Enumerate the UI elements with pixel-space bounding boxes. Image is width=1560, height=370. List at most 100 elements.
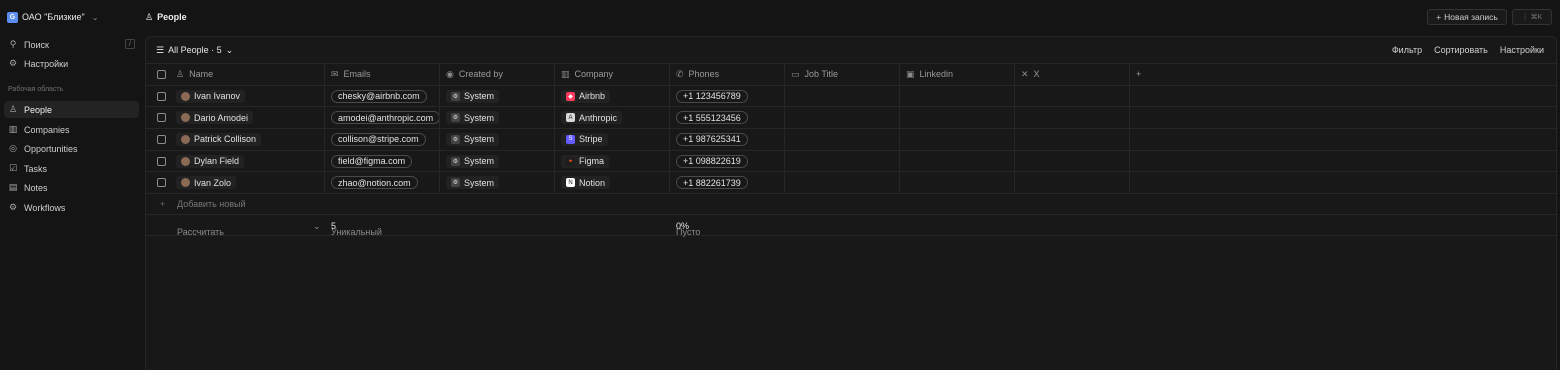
person-chip[interactable]: Ivan Ivanov — [176, 89, 246, 103]
linkedin-cell[interactable] — [900, 150, 1015, 172]
job-title-cell[interactable] — [785, 172, 900, 194]
company-chip[interactable]: ◆ Airbnb — [561, 89, 611, 103]
phone-pill[interactable]: +1 987625341 — [676, 132, 748, 146]
options-button[interactable]: Настройки — [1500, 45, 1544, 55]
linkedin-cell[interactable] — [900, 85, 1015, 107]
column-header-phones[interactable]: ✆ Phones — [670, 64, 785, 85]
linkedin-cell[interactable] — [900, 107, 1015, 129]
email-pill[interactable]: zhao@notion.com — [331, 176, 418, 190]
sidebar-item-opportunities[interactable]: ◎ Opportunities — [4, 140, 139, 157]
email-pill[interactable]: chesky@airbnb.com — [331, 89, 427, 103]
table-row[interactable]: Patrick Collison collison@stripe.com ⚙ Sy… — [146, 128, 1558, 150]
email-pill[interactable]: collison@stripe.com — [331, 132, 426, 146]
job-title-cell[interactable] — [785, 85, 900, 107]
phone-pill[interactable]: +1 123456789 — [676, 89, 748, 103]
person-chip[interactable]: Dylan Field — [176, 154, 245, 168]
filter-button[interactable]: Фильтр — [1392, 45, 1422, 55]
job-title-cell[interactable] — [785, 107, 900, 129]
x-cell[interactable] — [1015, 107, 1130, 129]
name-cell[interactable]: Dario Amodei — [170, 107, 325, 129]
row-checkbox[interactable] — [157, 91, 166, 101]
add-new-label: Добавить новый — [177, 199, 246, 210]
company-name: Anthropic — [579, 112, 618, 123]
empty-aggregate[interactable]: Пусто 0% — [676, 221, 700, 237]
x-cell[interactable] — [1015, 150, 1130, 172]
x-cell[interactable] — [1015, 129, 1130, 150]
column-label: Created by — [458, 69, 503, 80]
table-row[interactable]: Dylan Field field@figma.com ⚙ System ✦ Fig… — [146, 149, 1558, 172]
sidebar-item-companies[interactable]: ▥ Companies — [4, 121, 139, 138]
workspace-switcher[interactable]: G ОАО "Близкие" ⌄ — [7, 10, 98, 24]
add-new-row-button[interactable]: + Добавить новый — [146, 193, 1558, 214]
sidebar-item-notes[interactable]: ▤ Notes — [4, 179, 139, 196]
name-cell[interactable]: Dylan Field — [170, 150, 325, 172]
table-row[interactable]: Ivan Zolo zhao@notion.com ⚙ System N Notio… — [146, 171, 1558, 194]
phone-cell[interactable]: +1 098822619 — [670, 150, 785, 172]
sidebar-item-workflows[interactable]: ⚙ Workflows — [4, 199, 139, 216]
system-icon: ⚙ — [451, 134, 460, 144]
phone-pill[interactable]: +1 098822619 — [676, 154, 748, 168]
row-checkbox[interactable] — [157, 156, 166, 166]
column-header-linkedin[interactable]: ▣ Linkedin — [900, 64, 1015, 85]
linkedin-cell[interactable] — [900, 172, 1015, 194]
phone-pill[interactable]: +1 882261739 — [676, 176, 748, 190]
company-chip[interactable]: S Stripe — [561, 132, 608, 146]
row-checkbox[interactable] — [157, 113, 166, 123]
name-cell[interactable]: Ivan Ivanov — [170, 85, 325, 107]
phone-cell[interactable]: +1 555123456 — [670, 107, 785, 129]
person-chip[interactable]: Ivan Zolo — [176, 176, 237, 190]
add-column-button[interactable]: + — [1130, 64, 1150, 85]
row-checkbox[interactable] — [157, 178, 166, 188]
person-chip[interactable]: Dario Amodei — [176, 111, 254, 125]
company-chip[interactable]: ✦ Figma — [561, 154, 610, 168]
email-cell[interactable]: collison@stripe.com — [325, 129, 440, 150]
name-cell[interactable]: Ivan Zolo — [170, 172, 325, 194]
created-by-cell: ⚙ System — [440, 150, 555, 172]
company-cell[interactable]: A Anthropic — [555, 107, 670, 129]
company-cell[interactable]: N Notion — [555, 172, 670, 194]
sort-button[interactable]: Сортировать — [1434, 45, 1488, 55]
column-header-company[interactable]: ▥ Company — [555, 64, 670, 85]
column-header-name[interactable]: ♙ Name — [170, 64, 325, 85]
email-cell[interactable]: zhao@notion.com — [325, 172, 440, 194]
email-pill[interactable]: field@figma.com — [331, 154, 413, 168]
linkedin-cell[interactable] — [900, 129, 1015, 150]
phone-cell[interactable]: +1 882261739 — [670, 172, 785, 194]
name-cell[interactable]: Patrick Collison — [170, 129, 325, 150]
person-chip[interactable]: Patrick Collison — [176, 132, 262, 146]
x-cell[interactable] — [1015, 85, 1130, 107]
select-all-checkbox[interactable] — [157, 69, 166, 79]
command-menu-button[interactable]: ⋮ ⌘K — [1512, 9, 1552, 25]
sidebar-settings[interactable]: ⚙ Настройки — [4, 55, 139, 72]
email-cell[interactable]: chesky@airbnb.com — [325, 85, 440, 107]
company-cell[interactable]: S Stripe — [555, 129, 670, 150]
row-checkbox[interactable] — [157, 134, 166, 144]
phone-cell[interactable]: +1 123456789 — [670, 85, 785, 107]
company-chip[interactable]: N Notion — [561, 176, 611, 190]
column-header-x[interactable]: ✕ X — [1015, 64, 1130, 85]
table-row[interactable]: Ivan Ivanov chesky@airbnb.com ⚙ System ◆ A… — [146, 84, 1558, 107]
column-header-created-by[interactable]: ◉ Created by — [440, 64, 555, 85]
email-cell[interactable]: field@figma.com — [325, 150, 440, 172]
new-record-button[interactable]: + Новая запись — [1427, 9, 1507, 25]
email-cell[interactable]: amodei@anthropic.com — [325, 107, 440, 129]
email-pill[interactable]: amodei@anthropic.com — [331, 111, 439, 125]
column-header-job-title[interactable]: ▭ Job Title — [785, 64, 900, 85]
phone-cell[interactable]: +1 987625341 — [670, 129, 785, 150]
x-logo-icon: ✕ — [1021, 68, 1029, 79]
company-cell[interactable]: ✦ Figma — [555, 150, 670, 172]
table-row[interactable]: Dario Amodei amodei@anthropic.com ⚙ Syste… — [146, 106, 1558, 129]
company-cell[interactable]: ◆ Airbnb — [555, 85, 670, 107]
job-title-cell[interactable] — [785, 129, 900, 150]
sidebar-search[interactable]: ⚲ Поиск / — [4, 36, 139, 53]
job-title-cell[interactable] — [785, 150, 900, 172]
phone-pill[interactable]: +1 555123456 — [676, 111, 748, 125]
column-header-emails[interactable]: ✉ Emails — [325, 64, 440, 85]
x-cell[interactable] — [1015, 172, 1130, 194]
system-icon: ⚙ — [451, 156, 460, 166]
view-switcher[interactable]: ☰ All People · 5 ⌄ — [156, 43, 233, 57]
sidebar-item-people[interactable]: ♙ People — [4, 101, 139, 118]
unique-aggregate[interactable]: Уникальный 5 — [331, 221, 382, 237]
company-chip[interactable]: A Anthropic — [561, 111, 623, 125]
sidebar-item-tasks[interactable]: ☑ Tasks — [4, 160, 139, 177]
